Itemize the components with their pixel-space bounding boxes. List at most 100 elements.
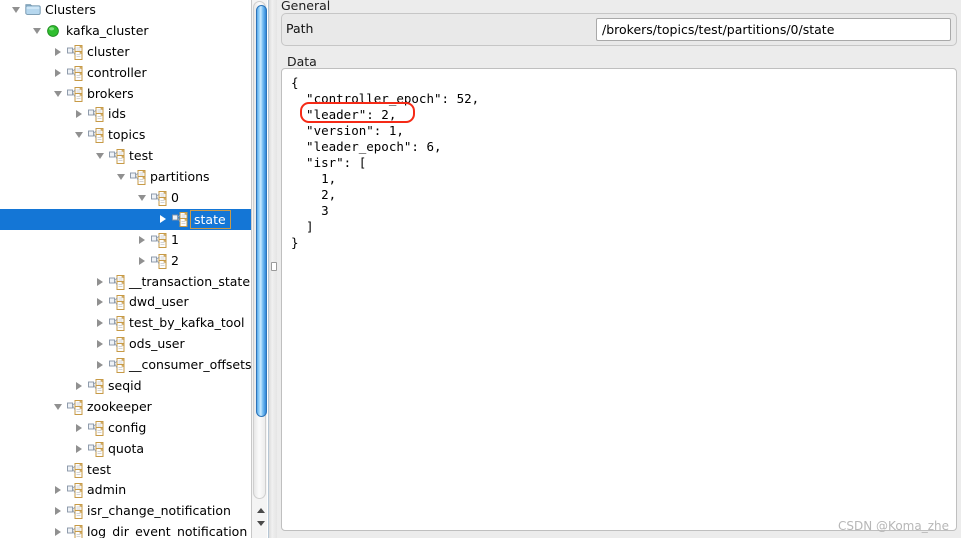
tree-expand-arrow-icon[interactable] [95, 334, 108, 355]
tree-collapse-arrow-icon[interactable] [137, 188, 150, 209]
tree-node-dwd-user[interactable]: dwd_user [0, 292, 252, 313]
tree-node-test-by-kafka-tool[interactable]: test_by_kafka_tool [0, 313, 252, 334]
tree-node-seqid[interactable]: seqid [0, 376, 252, 397]
data-json-content: { "controller_epoch": 52, "leader": 2, "… [291, 75, 480, 250]
tree-collapse-arrow-icon[interactable] [53, 397, 66, 418]
znode-icon [66, 397, 85, 418]
tree-node-label: zookeeper [87, 398, 152, 414]
znode-icon [66, 522, 85, 538]
tree-node-partitions[interactable]: partitions [0, 167, 252, 188]
tree-node-label: test [87, 461, 112, 477]
znode-tree[interactable]: Clusters kafka_clustercluster controller br… [0, 0, 252, 538]
scrollbar-track[interactable] [253, 1, 267, 499]
tree-collapse-arrow-icon[interactable] [95, 146, 108, 167]
znode-icon [150, 230, 169, 251]
tree-expand-arrow-icon[interactable] [137, 230, 150, 251]
tree-expand-arrow-icon[interactable] [53, 63, 66, 84]
tree-expand-arrow-icon[interactable] [74, 104, 87, 125]
tree-expand-arrow-icon[interactable] [53, 501, 66, 522]
tree-node-topics[interactable]: topics [0, 125, 252, 146]
tree-node-label: kafka_cluster [66, 22, 149, 38]
znode-icon [87, 418, 106, 439]
watermark-label: CSDN @Koma_zhe [838, 519, 949, 533]
tree-node-label: config [108, 419, 147, 435]
tree-node-label: dwd_user [129, 294, 189, 310]
tree-node-1[interactable]: 1 [0, 230, 252, 251]
tree-collapse-arrow-icon[interactable] [32, 21, 45, 42]
tree-expand-arrow-icon[interactable] [53, 522, 66, 538]
tree-node-transaction-state[interactable]: __transaction_state [0, 272, 252, 293]
znode-icon [171, 209, 190, 230]
tree-node-test[interactable]: test [0, 146, 252, 167]
znode-icon [129, 167, 148, 188]
tree-expand-arrow-icon[interactable] [95, 292, 108, 313]
tree-node-label: state [190, 209, 231, 229]
path-input[interactable]: /brokers/topics/test/partitions/0/state [596, 18, 951, 41]
znode-icon [108, 334, 127, 355]
tree-collapse-arrow-icon[interactable] [74, 125, 87, 146]
data-group-label: Data [287, 54, 317, 69]
znode-icon [66, 63, 85, 84]
tree-expand-arrow-icon[interactable] [95, 355, 108, 376]
tree-node-test[interactable]: test [0, 460, 252, 481]
tree-node-config[interactable]: config [0, 418, 252, 439]
znode-icon [66, 480, 85, 501]
tree-node-consumer-offsets[interactable]: __consumer_offsets [0, 355, 252, 376]
tree-node-zookeeper[interactable]: zookeeper [0, 397, 252, 418]
znode-icon [87, 125, 106, 146]
tree-no-arrow-spacer [53, 460, 66, 481]
tree-node-label: ods_user [129, 336, 185, 352]
tree-node-label: controller [87, 64, 147, 80]
tree-collapse-arrow-icon[interactable] [53, 84, 66, 105]
data-textarea[interactable]: { "controller_epoch": 52, "leader": 2, "… [281, 68, 957, 531]
panel-splitter[interactable] [269, 0, 277, 538]
tree-node-clusters[interactable]: Clusters [0, 0, 252, 21]
tree-node-label: 1 [171, 231, 179, 247]
znode-icon [87, 439, 106, 460]
tree-vertical-scrollbar[interactable] [251, 0, 267, 538]
znode-icon [66, 460, 85, 481]
scroll-down-arrow-icon[interactable] [254, 518, 266, 529]
tree-node-kafka-cluster[interactable]: kafka_cluster [0, 21, 252, 42]
tree-expand-arrow-icon[interactable] [53, 42, 66, 63]
tree-expand-arrow-icon[interactable] [95, 313, 108, 334]
tree-node-brokers[interactable]: brokers [0, 84, 252, 105]
tree-expand-arrow-icon[interactable] [137, 251, 150, 272]
tree-node-cluster[interactable]: cluster [0, 42, 252, 63]
tree-node-log-dir-event-notification[interactable]: log_dir_event_notification [0, 522, 252, 538]
znode-icon [150, 251, 169, 272]
tree-node-label: test [129, 148, 154, 164]
znode-tree-panel: Clusters kafka_clustercluster controller br… [0, 0, 269, 538]
node-detail-panel: General Path /brokers/topics/test/partit… [277, 0, 961, 538]
scrollbar-thumb[interactable] [256, 5, 267, 417]
tree-node-label: __consumer_offsets [129, 357, 252, 373]
tree-collapse-arrow-icon[interactable] [116, 167, 129, 188]
tree-expand-arrow-icon[interactable] [74, 439, 87, 460]
tree-expand-arrow-icon[interactable] [74, 376, 87, 397]
tree-expand-arrow-icon[interactable] [158, 209, 171, 230]
tree-node-state[interactable]: state [0, 208, 252, 230]
tree-node-2[interactable]: 2 [0, 251, 252, 272]
tree-node-label: partitions [150, 169, 210, 185]
znode-icon [108, 272, 127, 293]
tree-node-label: brokers [87, 85, 134, 101]
tree-node-controller[interactable]: controller [0, 63, 252, 84]
tree-expand-arrow-icon[interactable] [74, 418, 87, 439]
tree-node-label: topics [108, 127, 146, 143]
tree-node-quota[interactable]: quota [0, 439, 252, 460]
tree-expand-arrow-icon[interactable] [53, 480, 66, 501]
tree-expand-arrow-icon[interactable] [95, 272, 108, 293]
tree-node-ods-user[interactable]: ods_user [0, 334, 252, 355]
znode-icon [66, 501, 85, 522]
scroll-up-arrow-icon[interactable] [254, 505, 266, 516]
tree-node-0[interactable]: 0 [0, 188, 252, 209]
tree-node-ids[interactable]: ids [0, 104, 252, 125]
tree-node-label: cluster [87, 43, 130, 59]
tree-node-admin[interactable]: admin [0, 480, 252, 501]
path-label: Path [286, 21, 314, 36]
zookeeper-browser-window: Clusters kafka_clustercluster controller br… [0, 0, 961, 538]
tree-node-label: seqid [108, 378, 142, 394]
znode-icon [87, 376, 106, 397]
tree-node-isr-change-notification[interactable]: isr_change_notification [0, 501, 252, 522]
tree-collapse-arrow-icon[interactable] [11, 0, 24, 21]
